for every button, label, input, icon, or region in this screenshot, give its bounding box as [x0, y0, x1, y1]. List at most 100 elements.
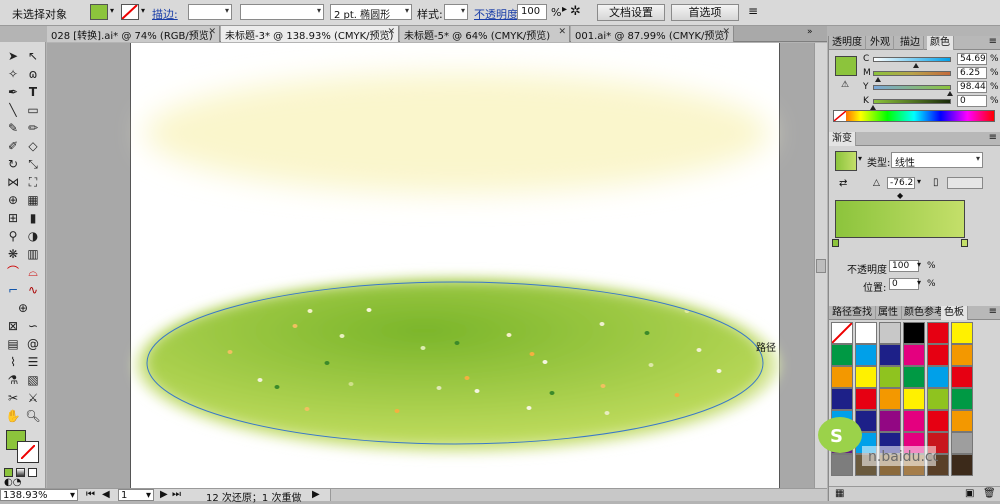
artboard-tool-icon[interactable]: ⊕ [13, 300, 33, 317]
swatch-cell[interactable] [903, 344, 925, 366]
none-mode-icon[interactable] [28, 468, 37, 477]
status-menu-icon[interactable]: ▶ [312, 489, 320, 501]
gradient-stop-start[interactable] [832, 239, 839, 247]
tabs-overflow-icon[interactable]: » [807, 27, 813, 37]
fill-swatch[interactable] [90, 4, 108, 20]
measure-tool-icon[interactable]: ▧ [23, 372, 43, 389]
location-field[interactable]: 0 [889, 278, 919, 290]
location-dropdown-icon[interactable]: ▾ [917, 278, 921, 287]
blob-brush-tool-icon[interactable]: ✐ [3, 138, 23, 155]
yellow-slider-thumb[interactable] [946, 91, 953, 96]
width-tool-icon[interactable]: ⋈ [3, 174, 23, 191]
swatch-cell[interactable] [951, 432, 973, 454]
current-color-swatch[interactable] [835, 56, 857, 76]
swatch-cell[interactable] [879, 344, 901, 366]
symbol-sprayer-tool-icon[interactable]: ❋ [3, 246, 23, 263]
none-icon[interactable] [834, 111, 846, 121]
yellow-slider[interactable] [873, 85, 951, 90]
stroke-width-field[interactable]: ▾ [188, 4, 232, 20]
black-value-field[interactable]: 0 [957, 95, 987, 107]
brush-definition-dropdown[interactable]: 2 pt. 椭圆形 ▾ [330, 4, 412, 20]
swatch-cell[interactable] [951, 322, 973, 344]
opacity-field[interactable]: 100 [517, 4, 547, 20]
close-icon[interactable]: ✕ [208, 27, 216, 37]
zoom-tool-icon[interactable]: 🔍︎ [23, 408, 43, 425]
variable-width-profile-dropdown[interactable]: ▾ [240, 4, 324, 20]
zoom-field[interactable]: 138.93% ▾ [0, 489, 78, 501]
stroke-label[interactable]: 描边: [152, 6, 178, 22]
new-swatch-icon[interactable]: ▣ [965, 488, 974, 499]
bar-graph-tool-icon[interactable]: ☰ [23, 354, 43, 371]
swatch-cell[interactable] [879, 366, 901, 388]
opacity-label[interactable]: 不透明度 [474, 6, 518, 22]
swatch-cell[interactable] [927, 322, 949, 344]
color-mode-icon[interactable] [4, 468, 13, 477]
swatch-cell[interactable] [903, 366, 925, 388]
close-icon[interactable]: ✕ [387, 27, 395, 37]
swatch-cell[interactable] [831, 366, 853, 388]
document-setup-button[interactable]: 文档设置 [597, 4, 665, 21]
tab-document-3[interactable]: 未标题-5* @ 64% (CMYK/预览) ✕ [400, 26, 570, 42]
magenta-slider[interactable] [873, 71, 951, 76]
midpoint-diamond-icon[interactable]: ◆ [897, 191, 903, 200]
panel-menu-icon[interactable]: ≡ [989, 132, 997, 143]
gradient-dropdown-icon[interactable]: ▾ [858, 154, 862, 163]
lasso-tool-icon[interactable]: ɷ [23, 66, 43, 83]
tab-swatches[interactable]: 色板 [941, 306, 968, 320]
close-icon[interactable]: ✕ [558, 27, 566, 37]
panel-menu-icon[interactable]: ≡ [989, 306, 997, 317]
gradient-opacity-field[interactable]: 100 [889, 260, 919, 272]
yellow-value-field[interactable]: 98.44 [957, 81, 987, 93]
style-dropdown[interactable]: ▾ [444, 4, 468, 20]
swatch-cell[interactable] [951, 344, 973, 366]
gradient-mode-icon[interactable] [16, 468, 25, 477]
swatch-cell[interactable] [927, 344, 949, 366]
eyedropper-tool-icon[interactable]: ⚲ [3, 228, 23, 245]
selection-tool-icon[interactable]: ➤ [3, 48, 23, 65]
next-page-icon[interactable]: ▶ [160, 489, 168, 501]
magenta-slider-thumb[interactable] [874, 77, 881, 82]
cyan-value-field[interactable]: 54.69 [957, 53, 987, 65]
gradient-slider-bar[interactable] [835, 200, 965, 238]
artwork[interactable] [47, 43, 827, 488]
tab-attributes[interactable]: 属性 [875, 306, 902, 320]
line-tool-icon[interactable]: ╲ [3, 102, 23, 119]
stroke-color-box[interactable] [17, 441, 39, 463]
tab-pathfinder[interactable]: 路径查找 [829, 306, 876, 320]
swatch-cell[interactable] [831, 344, 853, 366]
tab-appearance[interactable]: 外观 [867, 36, 894, 50]
stroke-none-swatch[interactable] [121, 4, 139, 20]
draw-mode-icon[interactable]: ◐◔ [4, 477, 21, 488]
rectangle-tool-icon[interactable]: ▭ [23, 102, 43, 119]
scissors-tool-icon[interactable]: ✂ [3, 390, 23, 407]
cyan-slider[interactable] [873, 57, 951, 62]
knife-tool-icon[interactable]: ⚔ [23, 390, 43, 407]
first-page-icon[interactable]: ⏮ [86, 489, 95, 501]
direct-selection-tool-icon[interactable]: ↖ [23, 48, 43, 65]
swatch-cell[interactable] [855, 366, 877, 388]
swatch-cell[interactable] [903, 322, 925, 344]
graph-tool-icon[interactable]: ▤ [3, 336, 23, 353]
swatch-cell[interactable] [855, 344, 877, 366]
warp-tool-icon[interactable]: ∽ [23, 318, 43, 335]
green-grass-ellipse[interactable] [147, 282, 763, 444]
scale-tool-icon[interactable]: ⤡ [23, 156, 43, 173]
cyan-slider-thumb[interactable] [912, 63, 919, 68]
close-icon[interactable]: ✕ [722, 27, 730, 37]
out-of-gamut-icon[interactable]: ⚠ [841, 80, 849, 90]
anchor-add-tool-icon[interactable]: ⌒ [3, 264, 23, 281]
opacity-arrow-icon[interactable]: ▸ [562, 4, 567, 15]
swatch-cell[interactable] [951, 366, 973, 388]
tab-document-1[interactable]: 028 [转换].ai* @ 74% (RGB/预览) ✕ [47, 26, 220, 42]
panel-menu-icon[interactable]: ≡ [989, 36, 997, 47]
stroke-dropdown-icon[interactable]: ▾ [141, 6, 145, 15]
recolor-artwork-icon[interactable]: ✲ [570, 4, 581, 19]
swatch-cell[interactable] [855, 322, 877, 344]
swatch-cell[interactable] [879, 322, 901, 344]
rotate-tool-icon[interactable]: ↻ [3, 156, 23, 173]
swatch-cell[interactable] [927, 366, 949, 388]
last-page-icon[interactable]: ⏭ [172, 489, 181, 501]
gradient-tool-icon[interactable]: ▮ [23, 210, 43, 227]
column-graph-tool-icon[interactable]: ▥ [23, 246, 43, 263]
eyedropper-alt-tool-icon[interactable]: ⚗ [3, 372, 23, 389]
